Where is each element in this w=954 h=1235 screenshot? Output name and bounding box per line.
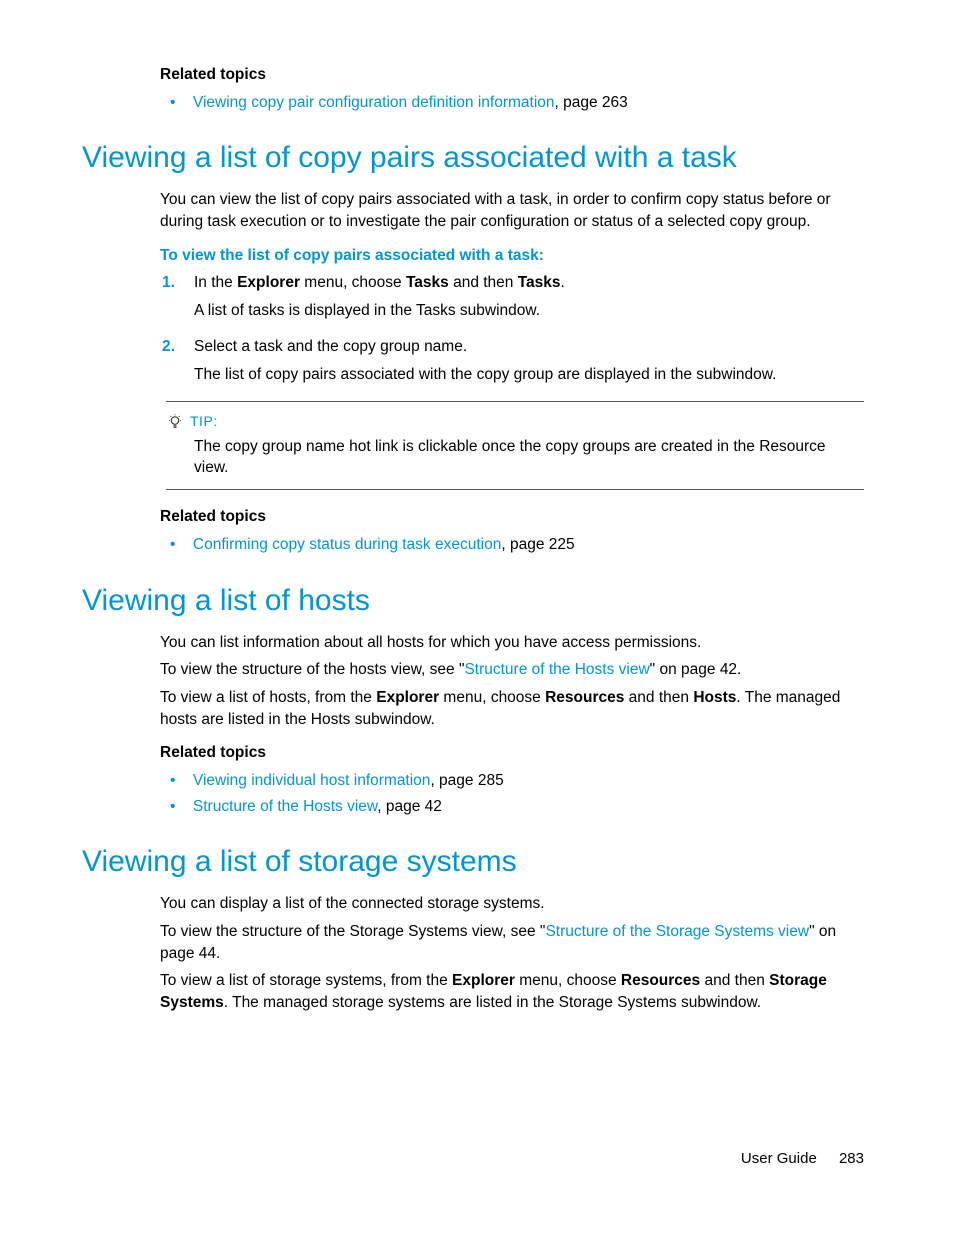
link-hosts-structure[interactable]: Structure of the Hosts view — [464, 661, 649, 678]
section-body: You can display a list of the connected … — [160, 893, 864, 1013]
paragraph: To view the structure of the hosts view,… — [160, 659, 864, 681]
paragraph: You can list information about all hosts… — [160, 632, 864, 654]
tip-box: TIP: The copy group name hot link is cli… — [166, 401, 864, 490]
link-suffix: , page 42 — [377, 798, 442, 815]
section-heading: Viewing a list of storage systems — [82, 841, 864, 883]
step-text: Select a task and the copy group name. — [194, 338, 467, 355]
procedure-steps: In the Explorer menu, choose Tasks and t… — [160, 272, 864, 385]
link-confirm-copy-status[interactable]: Confirming copy status during task execu… — [193, 536, 501, 553]
link-copy-pair-config[interactable]: Viewing copy pair configuration definiti… — [193, 94, 555, 111]
link-suffix: , page 285 — [430, 772, 503, 789]
paragraph: You can display a list of the connected … — [160, 893, 864, 915]
paragraph: To view a list of hosts, from the Explor… — [160, 687, 864, 730]
page-number: 283 — [839, 1150, 864, 1167]
related-topics-list: Confirming copy status during task execu… — [160, 534, 864, 556]
related-topics-list: Viewing individual host information, pag… — [160, 770, 864, 817]
related-topics-heading: Related topics — [160, 64, 864, 86]
section-body: You can view the list of copy pairs asso… — [160, 189, 864, 555]
step-text: In the Explorer menu, choose Tasks and t… — [194, 274, 565, 291]
page-footer: User Guide 283 — [741, 1148, 864, 1169]
lightbulb-icon — [166, 413, 184, 431]
related-topics-list: Viewing copy pair configuration definiti… — [160, 92, 864, 114]
section-heading: Viewing a list of hosts — [82, 580, 864, 622]
tip-body: The copy group name hot link is clickabl… — [194, 436, 864, 479]
list-item: Viewing copy pair configuration definiti… — [160, 92, 864, 114]
paragraph: To view the structure of the Storage Sys… — [160, 921, 864, 964]
related-topics-heading: Related topics — [160, 506, 864, 528]
list-item: Structure of the Hosts view, page 42 — [160, 796, 864, 818]
step-result: A list of tasks is displayed in the Task… — [194, 300, 864, 322]
list-item: Viewing individual host information, pag… — [160, 770, 864, 792]
section-heading: Viewing a list of copy pairs associated … — [82, 137, 864, 179]
link-suffix: , page 263 — [555, 94, 628, 111]
step-item: Select a task and the copy group name. T… — [160, 336, 864, 385]
tip-header: TIP: — [166, 412, 864, 432]
step-result: The list of copy pairs associated with t… — [194, 364, 864, 386]
section-body: You can list information about all hosts… — [160, 632, 864, 818]
related-topics-heading: Related topics — [160, 742, 864, 764]
document-page: Related topics Viewing copy pair configu… — [0, 0, 954, 1235]
paragraph: You can view the list of copy pairs asso… — [160, 189, 864, 232]
step-item: In the Explorer menu, choose Tasks and t… — [160, 272, 864, 321]
link-hosts-structure[interactable]: Structure of the Hosts view — [193, 798, 377, 815]
related-topics-block: Related topics Viewing copy pair configu… — [160, 64, 864, 113]
footer-label: User Guide — [741, 1150, 817, 1167]
link-storage-structure[interactable]: Structure of the Storage Systems view — [545, 923, 809, 940]
procedure-intro: To view the list of copy pairs associate… — [160, 245, 864, 267]
link-individual-host-info[interactable]: Viewing individual host information — [193, 772, 431, 789]
tip-label: TIP: — [190, 412, 218, 432]
link-suffix: , page 225 — [501, 536, 574, 553]
list-item: Confirming copy status during task execu… — [160, 534, 864, 556]
paragraph: To view a list of storage systems, from … — [160, 970, 864, 1013]
